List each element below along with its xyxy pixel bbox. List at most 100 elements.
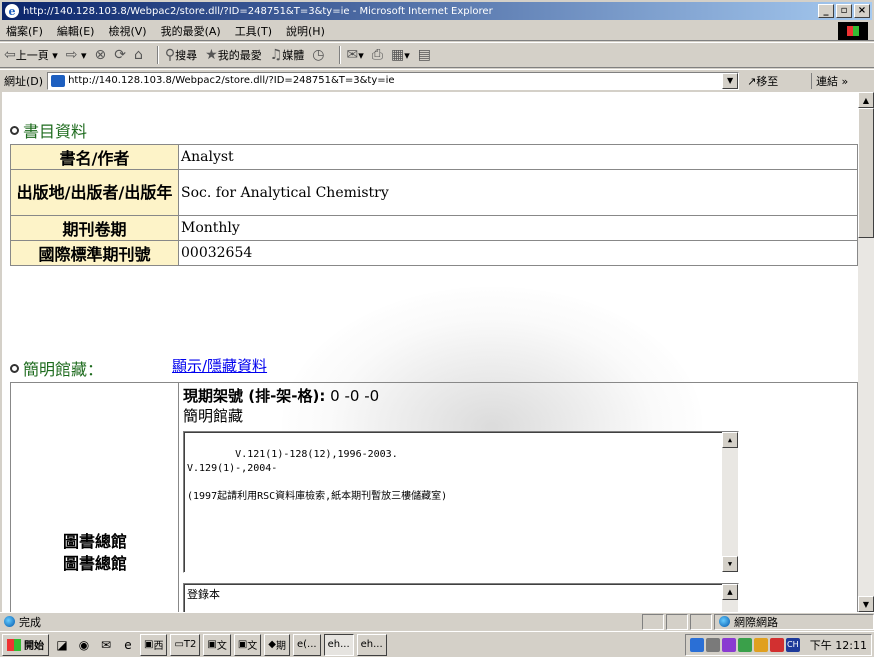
favorites-icon: ★ (205, 47, 218, 63)
scroll-down-icon[interactable]: ▼ (722, 556, 738, 572)
address-input[interactable]: http://140.128.103.8/Webpac2/store.dll/?… (47, 71, 740, 90)
windows-flag-icon (7, 638, 21, 651)
biblio-value: Soc. for Analytical Chemistry (178, 169, 858, 216)
bullet-icon (10, 363, 19, 373)
forward-button[interactable]: ⇨ ▾ (66, 47, 87, 63)
start-button[interactable]: 開始 (2, 633, 49, 656)
clock: 下午 12:11 (809, 639, 867, 652)
task-button[interactable]: ▭ T2 (170, 633, 201, 656)
menu-favorites[interactable]: 我的最愛(A) (161, 23, 221, 39)
task-button-active[interactable]: e h... (323, 633, 354, 656)
page-icon (51, 74, 66, 87)
links-button[interactable]: 連結 » (811, 72, 848, 89)
call-number: 現期架號 (排-架-格): 0 -0 -0 (183, 387, 380, 405)
biblio-label: 書名/作者 (10, 144, 179, 170)
show-desktop-icon[interactable]: ◪ (53, 636, 71, 654)
tray-app-icon[interactable] (753, 638, 768, 652)
scroll-up-icon[interactable]: ▲ (722, 432, 738, 448)
biblio-label: 期刊卷期 (10, 215, 179, 241)
mail-button[interactable]: ✉ ▾ (347, 47, 364, 63)
holdings-section-title: 簡明館藏： (10, 356, 103, 380)
home-icon: ⌂ (134, 47, 143, 63)
library-column: 圖書總館 圖書總館 (11, 383, 179, 612)
standard-toolbar: ⇦ 上一頁 ▾ ⇨ ▾ ⊗ ⟳ ⌂ ⚲ 搜尋 ★ 我的最愛 ♫ 媒體 ◷ ✉ ▾ ⎙ ▦ ▾… (0, 42, 874, 68)
ime-indicator[interactable]: CH (785, 638, 800, 652)
antivirus-icon[interactable] (721, 638, 736, 652)
status-bar: 完成 網際網路 (0, 612, 874, 630)
menu-file[interactable]: 檔案(F) (6, 23, 43, 39)
favorites-button[interactable]: ★ 我的最愛 (205, 47, 262, 63)
status-cell (666, 613, 688, 630)
address-bar: 網址(D) http://140.128.103.8/Webpac2/store… (0, 69, 874, 91)
biblio-table: 書名/作者 Analyst 出版地/出版者/出版年 Soc. for Analy… (10, 144, 858, 266)
holdings-table: 圖書總館 圖書總館 現期架號 (排-架-格): 0 -0 -0 簡明館藏 V.1… (10, 382, 858, 612)
status-text: 完成 (0, 614, 642, 630)
browser-window: e http://140.128.103.8/Webpac2/store.dll… (0, 0, 874, 657)
print-icon: ⎙ (371, 47, 383, 63)
menu-help[interactable]: 說明(H) (286, 23, 325, 39)
toolbar-separator (156, 46, 159, 64)
outlook-icon[interactable]: ✉ (97, 636, 115, 654)
scroll-up-icon[interactable]: ▲ (858, 92, 874, 108)
biblio-section-title: 書目資料 (10, 118, 87, 142)
biblio-value: Analyst (178, 144, 858, 170)
holdings-textarea[interactable]: V.121(1)-128(12),1996-2003. V.129(1)-,20… (183, 431, 739, 573)
refresh-button[interactable]: ⟳ (114, 47, 126, 63)
biblio-value: 00032654 (178, 240, 858, 266)
taskbar: 開始 ◪ ◉ ✉ e ▣ 西 ▭ T2 ▣ 文 ▣ 文 ◆ 期 e (... e h... e… (0, 631, 874, 657)
menu-view[interactable]: 檢視(V) (108, 23, 146, 39)
ie-logo-icon: e (5, 4, 19, 18)
speaker-icon[interactable] (689, 638, 704, 652)
address-dropdown-icon[interactable]: ▼ (722, 72, 739, 89)
task-button[interactable]: e (... (293, 633, 321, 656)
holdings-label: 簡明館藏 (183, 407, 244, 425)
textarea-scrollbar[interactable]: ▲ ▼ (722, 432, 738, 572)
task-button[interactable]: ▣ 文 (203, 633, 231, 656)
back-button[interactable]: ⇦ 上一頁 ▾ (4, 47, 58, 63)
tray-app-icon[interactable] (737, 638, 752, 652)
go-button[interactable]: ↗移至 (747, 73, 807, 89)
media-button[interactable]: ♫ 媒體 (270, 47, 305, 63)
table-row: 國際標準期刊號 00032654 (10, 240, 858, 266)
media-player-icon[interactable]: ◉ (75, 636, 93, 654)
search-button[interactable]: ⚲ 搜尋 (165, 47, 197, 63)
discuss-button[interactable]: ▤ (418, 47, 431, 63)
print-button[interactable]: ⎙ (372, 47, 383, 63)
table-row: 期刊卷期 Monthly (10, 215, 858, 241)
media-icon: ♫ (269, 47, 283, 63)
scroll-down-icon[interactable]: ▼ (858, 596, 874, 612)
stop-icon: ⊗ (94, 47, 107, 63)
edit-button[interactable]: ▦ ▾ (391, 47, 410, 63)
tray-app-icon[interactable] (769, 638, 784, 652)
scroll-up-icon[interactable]: ▲ (722, 584, 738, 600)
ie-quicklaunch-icon[interactable]: e (119, 636, 137, 654)
toolbar-separator (338, 46, 341, 64)
status-cell (690, 613, 712, 630)
windows-flag-icon (838, 22, 868, 40)
network-icon[interactable] (705, 638, 720, 652)
home-button[interactable]: ⌂ (134, 47, 143, 63)
stop-button[interactable]: ⊗ (95, 47, 107, 63)
menu-edit[interactable]: 編輯(E) (57, 23, 95, 39)
copies-textarea[interactable]: 登錄本 ▲ (183, 583, 739, 612)
maximize-button[interactable]: ▫ (836, 4, 852, 18)
bullet-icon (10, 125, 19, 135)
toggle-holdings-link[interactable]: 顯示/隱藏資料 (172, 355, 267, 376)
title-bar: e http://140.128.103.8/Webpac2/store.dll… (2, 2, 872, 20)
status-cell (642, 613, 664, 630)
menu-tools[interactable]: 工具(T) (235, 23, 272, 39)
task-button[interactable]: ◆ 期 (264, 633, 290, 656)
search-icon: ⚲ (164, 47, 176, 63)
minimize-button[interactable]: _ (818, 4, 834, 18)
page-scrollbar[interactable]: ▲ ▼ (858, 92, 874, 612)
table-row: 書名/作者 Analyst (10, 144, 858, 170)
task-button[interactable]: ▣ 文 (233, 633, 262, 656)
task-button[interactable]: ▣ 西 (140, 633, 168, 656)
page-content: 書目資料 書名/作者 Analyst 出版地/出版者/出版年 Soc. for … (2, 92, 858, 612)
task-button[interactable]: e h... (356, 633, 387, 656)
close-button[interactable]: × (854, 4, 870, 18)
library-name: 圖書總館 圖書總館 (62, 532, 127, 573)
history-button[interactable]: ◷ (312, 47, 324, 63)
scroll-thumb[interactable] (858, 108, 874, 238)
textarea-scrollbar[interactable]: ▲ (722, 584, 738, 612)
